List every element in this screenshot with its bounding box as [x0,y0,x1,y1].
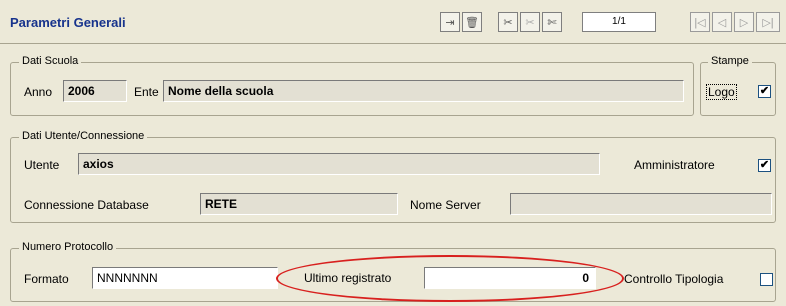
anno-label: Anno [24,85,53,99]
stampe-legend: Stampe [708,55,752,67]
amministratore-checkbox[interactable]: ✔ [758,159,771,172]
logo-checkbox[interactable]: ✔ [758,85,771,98]
dati-scuola-legend: Dati Scuola [19,55,82,67]
controllo-tipologia-checkbox[interactable] [760,273,773,286]
numero-protocollo-legend: Numero Protocollo [19,241,117,253]
page-title: Parametri Generali [10,15,126,30]
controllo-tipologia-label: Controllo Tipologia [624,272,724,286]
utente-label: Utente [24,158,60,172]
ente-label: Ente [134,85,159,99]
connessione-label: Connessione Database [24,198,149,212]
record-indicator: 1/1 [582,12,656,32]
dati-utente-legend: Dati Utente/Connessione [19,130,148,142]
amministratore-label: Amministratore [634,158,715,172]
tool-icon[interactable]: ✄ [542,12,562,32]
formato-label: Formato [24,272,69,286]
ente-field[interactable]: Nome della scuola [163,80,684,102]
nome-server-label: Nome Server [410,198,481,212]
scissors-icon[interactable]: ✂ [498,12,518,32]
next-record-icon[interactable]: ▷ [734,12,754,32]
delete-icon[interactable]: 🗑 [462,12,482,32]
anno-field[interactable]: 2006 [63,80,127,102]
formato-field[interactable]: NNNNNNN [92,267,278,289]
last-record-icon[interactable]: ▷| [756,12,780,32]
logo-label: Logo [706,84,737,100]
first-record-icon[interactable]: |◁ [690,12,710,32]
insert-icon[interactable]: ⇥ [440,12,460,32]
nome-server-field[interactable] [510,193,772,215]
connessione-field[interactable]: RETE [200,193,398,215]
utente-field[interactable]: axios [78,153,600,175]
prev-record-icon[interactable]: ◁ [712,12,732,32]
scissors-disabled-icon[interactable]: ✂ [520,12,540,32]
highlight-ellipse [276,255,624,302]
